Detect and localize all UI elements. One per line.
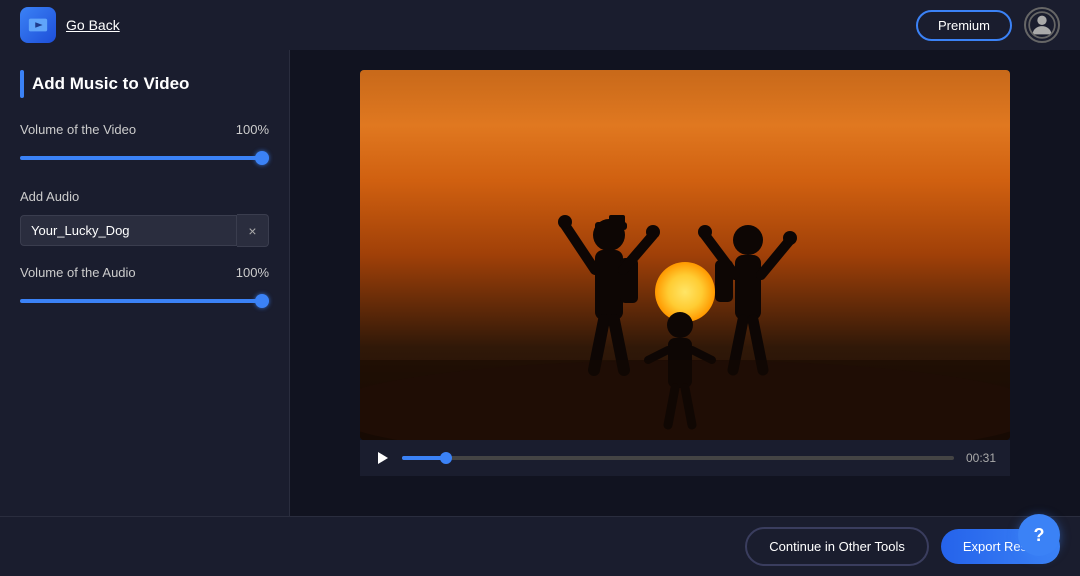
volume-audio-label-row: Volume of the Audio 100% xyxy=(20,265,269,280)
audio-filename-input[interactable] xyxy=(20,215,237,246)
header-right: Premium xyxy=(916,7,1060,43)
sidebar-title: Add Music to Video xyxy=(32,74,189,94)
bottom-bar: Continue in Other Tools Export Res... xyxy=(0,516,1080,576)
video-progress-track[interactable] xyxy=(402,456,954,460)
volume-audio-value: 100% xyxy=(236,265,269,280)
sidebar-title-wrapper: Add Music to Video xyxy=(20,70,269,98)
volume-video-label: Volume of the Video xyxy=(20,122,136,137)
app-icon xyxy=(20,7,56,43)
video-preview-inner xyxy=(360,70,1010,440)
video-time-display: 00:31 xyxy=(966,451,996,465)
video-preview xyxy=(360,70,1010,440)
play-button[interactable] xyxy=(374,450,390,466)
main-content: Add Music to Video Volume of the Video 1… xyxy=(0,50,1080,516)
go-back-button[interactable]: Go Back xyxy=(66,17,120,33)
sidebar: Add Music to Video Volume of the Video 1… xyxy=(0,50,290,516)
volume-video-label-row: Volume of the Video 100% xyxy=(20,122,269,137)
continue-other-tools-button[interactable]: Continue in Other Tools xyxy=(745,527,929,566)
help-button[interactable]: ? xyxy=(1018,514,1060,556)
volume-audio-slider-container xyxy=(20,290,269,308)
volume-video-slider-container xyxy=(20,147,269,165)
audio-input-row: × xyxy=(20,214,269,247)
sidebar-accent-bar xyxy=(20,70,24,98)
avatar[interactable] xyxy=(1024,7,1060,43)
volume-audio-slider[interactable] xyxy=(20,299,269,303)
audio-clear-button[interactable]: × xyxy=(237,214,269,247)
video-controls: 00:31 xyxy=(360,440,1010,476)
premium-button[interactable]: Premium xyxy=(916,10,1012,41)
video-area: 00:31 xyxy=(290,50,1080,516)
video-progress-thumb xyxy=(440,452,452,464)
volume-video-value: 100% xyxy=(236,122,269,137)
header-left: Go Back xyxy=(20,7,120,43)
add-audio-label: Add Audio xyxy=(20,189,269,204)
silhouettes xyxy=(360,70,1010,440)
volume-video-slider[interactable] xyxy=(20,156,269,160)
header: Go Back Premium xyxy=(0,0,1080,50)
volume-audio-label: Volume of the Audio xyxy=(20,265,136,280)
